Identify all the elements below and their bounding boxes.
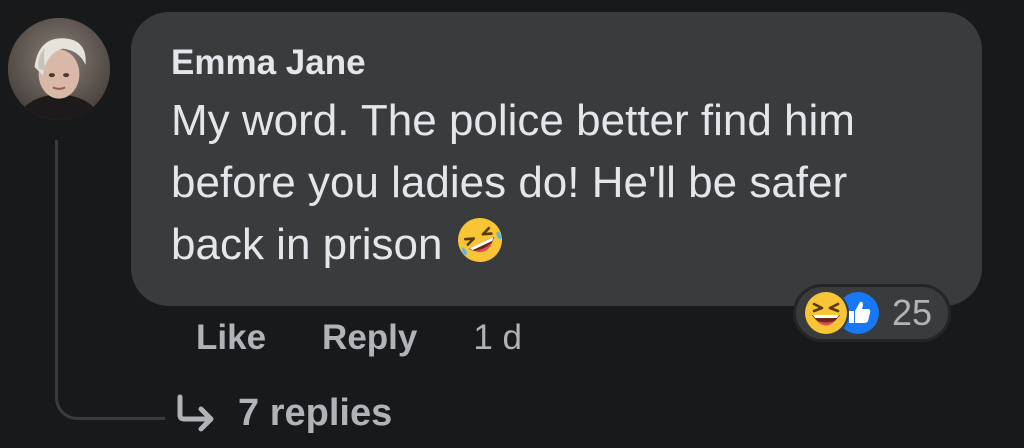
avatar[interactable] <box>8 18 110 120</box>
comment-author[interactable]: Emma Jane <box>171 42 942 84</box>
rolling-on-floor-laughing-icon <box>455 215 505 265</box>
profile-photo-icon <box>8 18 110 120</box>
comment-actions: Like Reply 1 d <box>196 314 522 362</box>
comment-thread: Emma Jane My word. The police better fin… <box>0 0 1024 448</box>
reply-arrow-icon <box>174 393 218 433</box>
view-replies-button[interactable]: 7 replies <box>174 388 392 438</box>
reply-button[interactable]: Reply <box>322 318 417 358</box>
reaction-count: 25 <box>892 292 933 333</box>
comment-bubble: Emma Jane My word. The police better fin… <box>131 12 982 306</box>
comment-body: My word. The police better find him befo… <box>171 90 942 276</box>
comment-timestamp[interactable]: 1 d <box>473 318 522 358</box>
comment-text: My word. The police better find him befo… <box>171 96 855 269</box>
reactions-summary[interactable]: 25 <box>793 284 952 342</box>
replies-count-label: 7 replies <box>238 391 393 434</box>
like-button[interactable]: Like <box>196 318 266 358</box>
haha-reaction-icon <box>802 289 850 337</box>
